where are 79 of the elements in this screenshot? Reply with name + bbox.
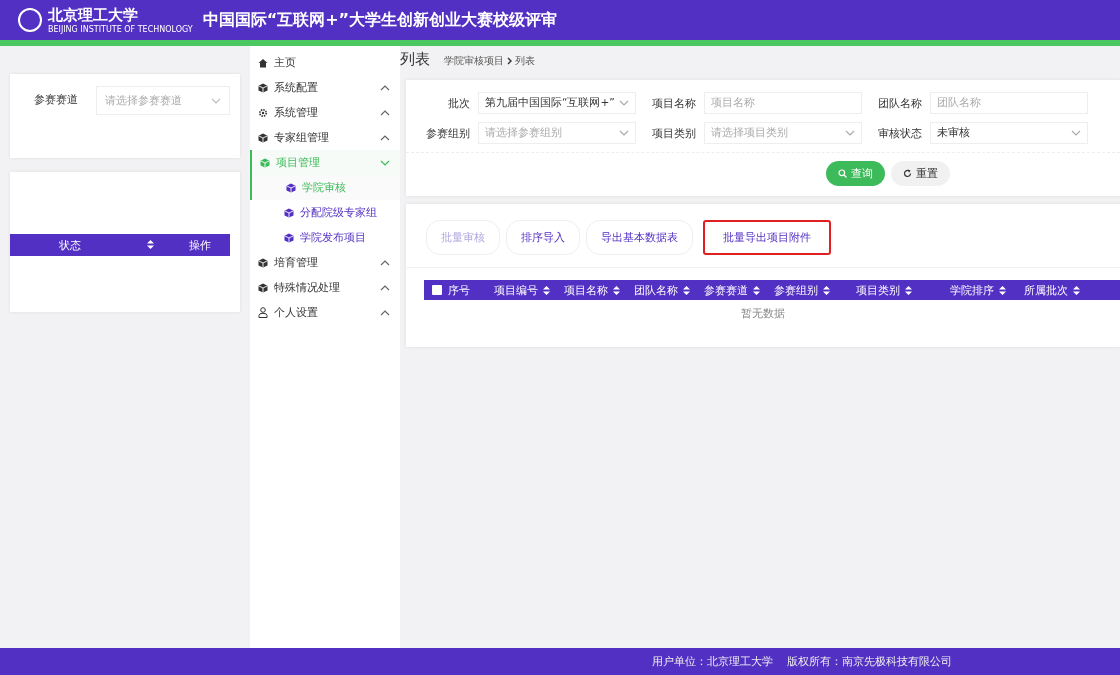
chevron-icon: [380, 259, 390, 266]
chevron-icon: [380, 159, 390, 166]
user-icon: [258, 307, 268, 318]
select-field[interactable]: 第九届中国国际“互联网+”: [478, 92, 636, 114]
menu-item[interactable]: 主页: [250, 50, 400, 75]
submenu-item[interactable]: 学院发布项目: [250, 225, 400, 250]
column-header: 操作: [188, 237, 212, 253]
gear-icon: [258, 107, 268, 118]
column-header: 项目编号: [494, 282, 538, 298]
sort-icon[interactable]: [753, 285, 760, 295]
sort-icon[interactable]: [999, 285, 1006, 295]
sort-icon[interactable]: [1073, 285, 1080, 295]
breadcrumb-separator-icon: [507, 57, 512, 65]
sort-icon[interactable]: [543, 285, 550, 295]
column-header: 学院排序: [950, 282, 994, 298]
column-header: 参赛赛道: [704, 282, 748, 298]
reset-button[interactable]: 重置: [891, 161, 950, 186]
select-all-checkbox[interactable]: [432, 285, 442, 295]
column-header: 参赛组别: [774, 282, 818, 298]
menu-item[interactable]: 系统配置: [250, 75, 400, 100]
chevron-icon: [1071, 130, 1081, 136]
cube-icon: [258, 132, 268, 143]
chevron-icon: [380, 109, 390, 116]
cube-icon: [284, 207, 294, 218]
column-header: 团队名称: [634, 282, 678, 298]
cube-icon: [284, 232, 294, 243]
breadcrumb-item[interactable]: 列表: [515, 54, 535, 68]
column-header: 状态: [58, 237, 82, 253]
filter-label: 团队名称: [877, 95, 922, 111]
breadcrumb-item[interactable]: 学院审核项目: [444, 54, 504, 68]
submenu-item[interactable]: 分配院级专家组: [250, 200, 400, 225]
action-button[interactable]: 批量导出项目附件: [703, 220, 831, 255]
menu-item[interactable]: 培育管理: [250, 250, 400, 275]
chevron-icon: [619, 100, 629, 106]
chevron-icon: [380, 284, 390, 291]
sort-icon[interactable]: [905, 285, 912, 295]
chevron-icon: [380, 309, 390, 316]
filter-label: 参赛组别: [425, 125, 470, 141]
filter-label: 参赛赛道: [34, 92, 78, 107]
column-header: 项目类别: [856, 282, 900, 298]
sort-icon[interactable]: [823, 285, 830, 295]
refresh-icon: [903, 169, 912, 178]
select-field[interactable]: 未审核: [930, 122, 1088, 144]
cube-icon: [286, 182, 296, 193]
action-button[interactable]: 排序导入: [506, 220, 580, 255]
cube-icon: [260, 157, 270, 168]
sort-icon[interactable]: [613, 285, 620, 295]
cube-icon: [258, 282, 268, 293]
filter-label: 审核状态: [877, 125, 922, 141]
column-header: 所属批次: [1024, 282, 1068, 298]
chevron-icon: [619, 130, 629, 136]
page-title: 列表: [400, 50, 430, 69]
cube-icon: [258, 257, 268, 268]
sort-icon[interactable]: [146, 239, 154, 249]
chevron-icon: [845, 130, 855, 136]
footer-text: 版权所有：南京先极科技有限公司: [787, 654, 952, 669]
column-header: 项目名称: [564, 282, 608, 298]
chevron-icon: [380, 134, 390, 141]
footer-text: 用户单位：北京理工大学: [652, 654, 773, 669]
sort-icon[interactable]: [683, 285, 690, 295]
column-header: 序号: [448, 282, 470, 298]
menu-item[interactable]: 系统管理: [250, 100, 400, 125]
menu-item[interactable]: 个人设置: [250, 300, 400, 325]
search-icon: [838, 169, 847, 178]
home-icon: [258, 57, 268, 68]
cube-icon: [258, 82, 268, 93]
filter-label: 项目名称: [651, 95, 696, 111]
empty-table-message: 暂无数据: [740, 306, 786, 322]
site-title: 中国国际“互联网+”大学生创新创业大赛校级评审: [202, 9, 558, 31]
chevron-icon: [380, 84, 390, 91]
action-button[interactable]: 导出基本数据表: [586, 220, 693, 255]
university-name-english: BEIJING INSTITUTE OF TECHNOLOGY: [48, 25, 193, 34]
filter-label: 项目类别: [651, 125, 696, 141]
chevron-icon: [211, 97, 221, 104]
university-seal-icon: [18, 8, 42, 32]
menu-item[interactable]: 专家组管理: [250, 125, 400, 150]
filter-label: 批次: [447, 95, 470, 111]
menu-item[interactable]: 特殊情况处理: [250, 275, 400, 300]
university-name: 北京理工大学: [48, 6, 139, 25]
